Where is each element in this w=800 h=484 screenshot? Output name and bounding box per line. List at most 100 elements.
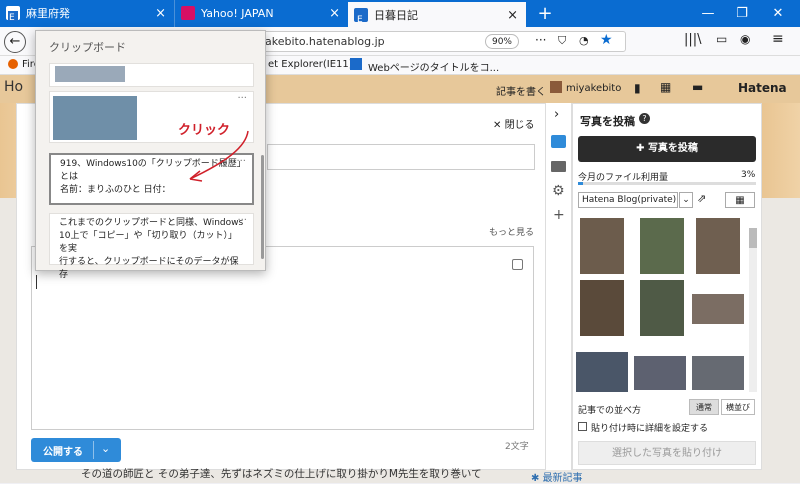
window-close-button[interactable]: ✕ xyxy=(760,0,796,27)
usage-bar xyxy=(578,182,756,185)
minimize-button[interactable]: — xyxy=(690,0,726,27)
photo-thumbnail[interactable] xyxy=(634,356,686,390)
photo-thumbnail[interactable] xyxy=(640,280,684,336)
hatena-favicon-icon: E xyxy=(354,8,368,25)
scrollbar-thumb[interactable] xyxy=(749,228,757,248)
title-input[interactable] xyxy=(267,144,535,170)
more-icon[interactable]: ··· xyxy=(535,33,546,47)
photo-thumbnail[interactable] xyxy=(576,352,628,392)
chevron-down-icon[interactable]: ⌄ xyxy=(679,192,693,208)
clip-text: これまでのクリップボードと同様、Windows xyxy=(59,218,244,228)
sort-horizontal-button[interactable]: 横並び xyxy=(721,399,755,415)
album-select[interactable]: Hatena Blog(private) xyxy=(578,192,678,208)
plus-icon[interactable]: + xyxy=(553,207,565,223)
rss-icon[interactable]: ◔ xyxy=(579,34,589,47)
view-grid-icon[interactable]: ▦ xyxy=(725,192,755,208)
photo-thumbnail[interactable] xyxy=(692,356,744,390)
message-icon[interactable]: ▬ xyxy=(692,80,703,94)
usage-bar-fill xyxy=(578,182,584,185)
zoom-badge[interactable]: 90% xyxy=(485,34,519,49)
menu-icon[interactable]: ≡ xyxy=(772,31,784,47)
annotation-arrow xyxy=(189,130,249,182)
photo-thumbnail[interactable] xyxy=(580,218,624,274)
close-icon[interactable]: × xyxy=(507,2,518,27)
more-icon[interactable]: ··· xyxy=(237,92,247,105)
yahoo-favicon-icon xyxy=(181,6,195,20)
bookmark-star-icon[interactable]: ★ xyxy=(600,32,613,48)
header-strip-right xyxy=(762,103,800,198)
paste-photo-button[interactable]: 選択した写真を貼り付け xyxy=(578,441,756,465)
photo-thumbnail[interactable] xyxy=(696,218,740,274)
url-text: akebito.hatenablog.jp xyxy=(265,35,385,48)
bookmark-item[interactable]: et Explorer(IE11)... xyxy=(268,59,362,70)
photo-thumbnail[interactable] xyxy=(640,218,684,274)
tool-sidebar: › ⚙ + xyxy=(546,103,572,470)
tab-yahoo[interactable]: Yahoo! JAPAN × xyxy=(174,0,348,27)
external-link-icon[interactable]: ⇗ xyxy=(697,192,706,205)
clip-thumbnail xyxy=(55,66,125,82)
gear-icon[interactable]: ⚙ xyxy=(552,183,565,199)
back-arrow-icon[interactable]: ← xyxy=(4,31,26,53)
latest-articles-heading: ✱ 最新記事 xyxy=(531,473,583,484)
clipboard-popup: クリップボード ··· クリック 919、Windows10の「クリップボード履… xyxy=(35,30,266,280)
char-count: 2文字 xyxy=(505,442,529,452)
clipboard-scrollbar[interactable] xyxy=(261,155,264,259)
library-icon[interactable]: |||\ xyxy=(684,32,702,47)
new-tab-button[interactable]: + xyxy=(527,0,563,27)
detail-checkbox[interactable] xyxy=(578,422,587,431)
usage-percent: 3% xyxy=(741,170,756,180)
username-menu[interactable]: miyakebito xyxy=(566,83,621,94)
bookmark-icon[interactable]: ▮ xyxy=(634,81,641,95)
clipboard-title: クリップボード xyxy=(49,41,126,54)
clipboard-item-text[interactable]: これまでのクリップボードと同様、Windows 10上で「コピー」や「切り取り（… xyxy=(49,213,254,280)
apps-grid-icon[interactable]: ▦ xyxy=(660,80,671,94)
blog-title-fragment[interactable]: Ho xyxy=(4,79,23,95)
tab-label: 麻里府発 xyxy=(26,7,70,20)
detail-checkbox-label: 貼り付け時に詳細を設定する xyxy=(591,424,709,434)
hatena-logo[interactable]: Hatena xyxy=(738,81,787,95)
copy-icon[interactable] xyxy=(512,259,523,270)
hatena-favicon-icon xyxy=(350,58,362,70)
photo-thumbnail[interactable] xyxy=(692,294,744,324)
more-icon[interactable]: ··· xyxy=(237,214,247,227)
tab-higurashi[interactable]: E 日暮日記 × xyxy=(348,0,526,27)
close-icon[interactable]: × xyxy=(155,0,166,27)
account-icon[interactable]: ◉ xyxy=(740,32,750,46)
restore-button[interactable]: ❐ xyxy=(724,0,760,27)
publish-label: 公開する xyxy=(43,447,83,458)
header-strip-left xyxy=(0,103,16,198)
panel-title: 写真を投稿 xyxy=(580,115,635,128)
clip-text: 行すると、クリップボードにそのデータが保存 xyxy=(59,257,239,280)
text-cursor xyxy=(36,275,37,289)
article-preview-text: その道の師匠と その弟子達、先ずはネズミの仕上げに取り掛かりM先生を取り巻いて xyxy=(81,468,482,480)
divider xyxy=(93,441,94,459)
clipboard-item-image[interactable] xyxy=(49,63,254,87)
chevron-down-icon[interactable]: ⌄ xyxy=(101,442,110,455)
photo-thumbnail[interactable] xyxy=(580,280,624,336)
close-editor-link[interactable]: ✕ 閉じる xyxy=(493,116,535,131)
publish-button[interactable]: 公開する ⌄ xyxy=(31,438,121,462)
sort-normal-button[interactable]: 通常 xyxy=(689,399,719,415)
chevron-right-icon[interactable]: › xyxy=(554,107,559,122)
sort-label: 記事での並べ方 xyxy=(578,406,642,416)
close-icon[interactable]: × xyxy=(329,0,340,27)
photo-tool-icon[interactable] xyxy=(551,135,566,148)
tab-label: Yahoo! JAPAN xyxy=(201,7,274,20)
photo-grid xyxy=(576,216,760,394)
tab-bar: E 麻里府発 × Yahoo! JAPAN × E 日暮日記 × + — ❐ ✕ xyxy=(0,0,800,27)
write-article-link[interactable]: 記事を書く xyxy=(496,83,546,98)
more-link[interactable]: もっと見る xyxy=(489,225,534,238)
pocket-icon[interactable]: ⛉ xyxy=(558,34,566,48)
folder-icon[interactable] xyxy=(551,161,566,172)
upload-photo-button[interactable]: ✚ 写真を投稿 xyxy=(578,136,756,162)
sidebar-icon[interactable]: ▭ xyxy=(716,32,727,46)
svg-text:E: E xyxy=(357,15,363,25)
tab-label: 日暮日記 xyxy=(374,9,418,22)
hatena-favicon-icon: E xyxy=(6,6,20,23)
photo-panel: 写真を投稿 ? ✚ 写真を投稿 今月のファイル利用量 3% Hatena Blo… xyxy=(572,103,762,470)
photo-scrollbar[interactable] xyxy=(749,228,757,392)
avatar[interactable] xyxy=(550,81,562,93)
bookmark-item[interactable]: Webページのタイトルをコ... xyxy=(368,59,499,74)
tab-marifu[interactable]: E 麻里府発 × xyxy=(0,0,174,27)
help-icon[interactable]: ? xyxy=(639,113,650,124)
